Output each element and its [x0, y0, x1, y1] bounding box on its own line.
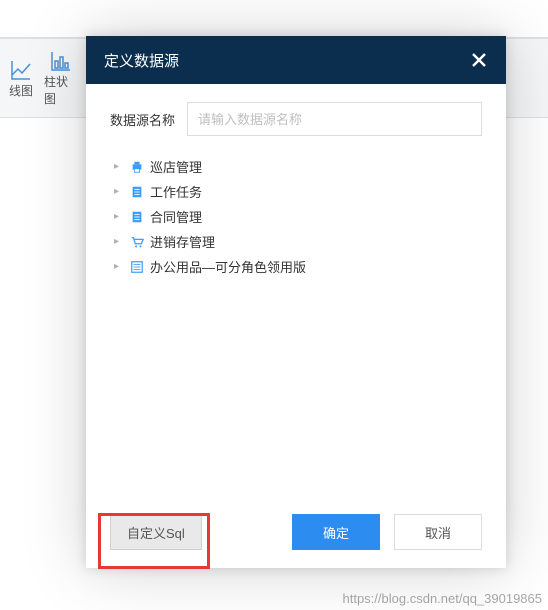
line-chart-icon: [9, 58, 33, 82]
tree-item[interactable]: ▸ 合同管理: [114, 204, 482, 229]
modal-footer: 自定义Sql 确定 取消: [86, 496, 506, 568]
ribbon-label: 线图: [9, 82, 33, 99]
tree-item[interactable]: ▸ 工作任务: [114, 179, 482, 204]
close-icon: [470, 51, 488, 69]
bar-chart-icon: [49, 49, 73, 73]
chevron-right-icon: ▸: [114, 211, 124, 222]
define-datasource-modal: 定义数据源 数据源名称 ▸ 巡店管理 ▸ 工作任务 ▸ 合同管理: [86, 36, 506, 568]
tree-item-label: 办公用品—可分角色领用版: [150, 257, 306, 276]
confirm-button[interactable]: 确定: [292, 514, 380, 550]
list-icon: [130, 260, 144, 274]
datasource-tree: ▸ 巡店管理 ▸ 工作任务 ▸ 合同管理 ▸ 进销存管理 ▸: [114, 154, 482, 279]
window-toolbar: [0, 0, 548, 38]
chevron-right-icon: ▸: [114, 186, 124, 197]
watermark-text: https://blog.csdn.net/qq_39019865: [343, 591, 543, 606]
button-label: 取消: [425, 523, 451, 542]
tree-item[interactable]: ▸ 进销存管理: [114, 229, 482, 254]
button-label: 确定: [323, 523, 349, 542]
tree-item[interactable]: ▸ 巡店管理: [114, 154, 482, 179]
chevron-right-icon: ▸: [114, 161, 124, 172]
tree-item-label: 进销存管理: [150, 232, 215, 251]
datasource-name-input[interactable]: [187, 102, 482, 136]
tree-item-label: 合同管理: [150, 207, 202, 226]
cancel-button[interactable]: 取消: [394, 514, 482, 550]
datasource-name-label: 数据源名称: [110, 110, 175, 129]
custom-sql-button[interactable]: 自定义Sql: [110, 514, 202, 550]
modal-title: 定义数据源: [104, 50, 179, 71]
document-icon: [130, 210, 144, 224]
close-button[interactable]: [470, 51, 488, 69]
chevron-right-icon: ▸: [114, 236, 124, 247]
tree-item[interactable]: ▸ 办公用品—可分角色领用版: [114, 254, 482, 279]
cart-icon: [130, 235, 144, 249]
chevron-right-icon: ▸: [114, 261, 124, 272]
modal-header: 定义数据源: [86, 36, 506, 84]
datasource-name-row: 数据源名称: [110, 102, 482, 136]
document-icon: [130, 185, 144, 199]
ribbon-label: 柱状图: [44, 73, 78, 107]
button-label: 自定义Sql: [127, 523, 185, 542]
ribbon-item-line-chart[interactable]: 线图: [4, 58, 38, 99]
printer-icon: [130, 160, 144, 174]
modal-body: 数据源名称 ▸ 巡店管理 ▸ 工作任务 ▸ 合同管理 ▸ 进销存管: [86, 84, 506, 496]
ribbon-item-bar-chart[interactable]: 柱状图: [44, 49, 78, 107]
tree-item-label: 工作任务: [150, 182, 202, 201]
tree-item-label: 巡店管理: [150, 157, 202, 176]
